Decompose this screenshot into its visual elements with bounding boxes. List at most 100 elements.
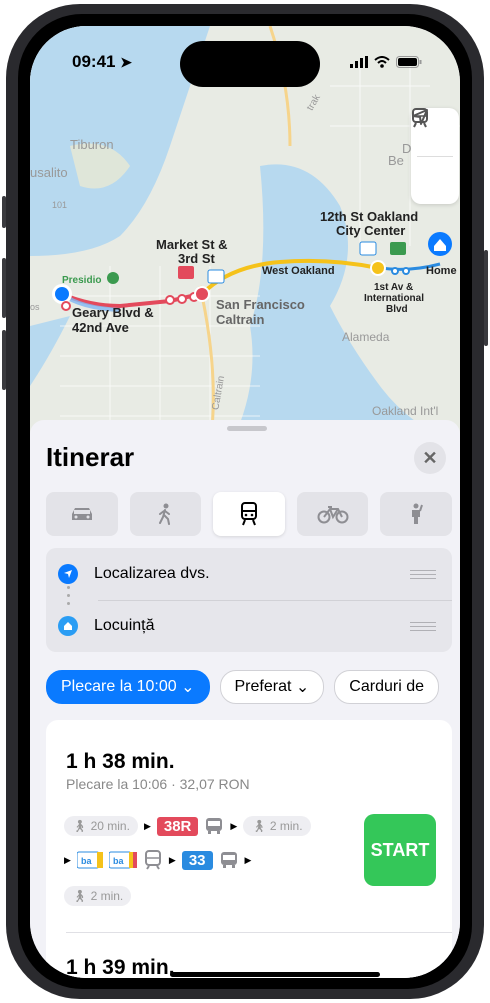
transport-modes [46,492,452,536]
home-icon [58,616,78,636]
transit-icon [240,502,257,526]
preferred-chip-label: Preferat [234,678,292,695]
walk-step: 🚶︎ 2 min. [64,886,132,906]
route-duration-2: 1 h 39 min. [66,956,175,978]
bart-yellow-icon: ba [76,851,103,869]
bart-red-icon: ba [108,851,137,869]
sheet-title: Itinerar [46,442,135,472]
from-label: Localizarea dvs. [94,565,210,582]
preferred-chip[interactable]: Preferat ⌄ [219,670,325,704]
route-from[interactable]: Localizarea dvs. [46,548,452,600]
map-label-market-3rd: 3rd St [178,251,215,266]
sheet-grabber[interactable] [227,426,267,431]
svg-text:ba: ba [113,856,124,866]
step-arrow-icon: ▶ [230,820,238,831]
map-label-alameda: Alameda [342,330,390,344]
status-icons [350,56,422,68]
chevron-down-icon: ⌄ [295,679,310,696]
mode-bike[interactable] [296,492,369,536]
locate-button[interactable] [411,109,459,205]
route-subtitle: Plecare la 10:06 · 32,07 RON [66,776,250,792]
car-icon [71,508,92,520]
map-label-1st-av: 1st Av & [374,282,414,293]
location-arrow-icon [412,109,428,125]
close-icon: ✕ [422,447,438,468]
map-label-tiburon: Tiburon [70,137,114,152]
route-option-card[interactable]: 1 h 38 min. Plecare la 10:06 · 32,07 RON… [46,720,452,978]
walk-icon: 🚶︎ [72,889,88,903]
signal-icon [350,56,368,68]
reorder-handle-icon[interactable] [410,619,436,634]
map-label-caltrain: Caltrain [216,312,265,327]
map-label-international: International [364,293,425,304]
bike-icon [317,506,349,524]
mode-transit[interactable] [213,492,285,536]
map-label-highway: 101 [52,200,68,210]
volume-down-button [2,330,6,390]
home-indicator[interactable] [170,972,380,977]
map-label-city-center: City Center [336,223,406,238]
line-badge-38r: 38R [156,816,199,836]
route-steps-row-3: 🚶︎ 2 min. [64,886,132,906]
action-button [2,196,6,228]
map-label-oakland-intl: Oakland Int'l [372,404,439,418]
walk-icon [159,503,171,525]
map-view[interactable]: Tiburon usalito 101 Presidio os Geary Bl… [30,26,460,446]
route-steps-row-2: ▶ ba ba ▶ 33 ▶ [64,850,251,870]
volume-up-button [2,258,6,318]
clock: 09:41 ➤ [72,52,132,72]
mode-rideshare[interactable] [380,492,452,536]
to-label: Locuință [94,617,155,634]
route-duration: 1 h 38 min. [66,750,175,773]
map-label-market: Market St & [156,237,228,252]
reorder-handle-icon[interactable] [410,567,436,582]
battery-icon [396,56,422,68]
mode-car[interactable] [46,492,118,536]
map-controls [411,108,459,204]
power-button [484,250,488,346]
rideshare-icon [412,503,424,524]
walk-step: 🚶︎ 2 min. [243,816,311,836]
step-arrow-icon: ▶ [143,820,151,831]
svg-text:ba: ba [81,856,92,866]
cards-chip-label: Carduri de [349,678,424,695]
start-button[interactable]: START [364,814,436,886]
departure-chip-label: Plecare la 10:00 [61,678,177,695]
map-label-os: os [30,302,40,312]
step-arrow-icon: ▶ [244,854,252,865]
bus-icon [220,852,237,868]
route-to[interactable]: Locuință [46,600,452,652]
dynamic-island [180,41,320,87]
clock-text: 09:41 [72,52,116,71]
map-label-geary-ave: 42nd Ave [72,320,129,335]
map-label-sausalito: usalito [30,165,68,180]
cards-chip[interactable]: Carduri de [334,670,439,704]
location-arrow-icon: ➤ [120,54,132,70]
map-label-home: Home [426,265,457,277]
chevron-down-icon: ⌄ [181,679,195,696]
walk-icon: 🚶︎ [72,819,88,833]
directions-sheet: Itinerar ✕ Localizarea dvs. Locuință Ple… [30,420,460,978]
card-divider [66,932,452,933]
map-label-presidio: Presidio [62,275,102,286]
current-location-icon [58,564,78,584]
filter-chips: Plecare la 10:00 ⌄ Preferat ⌄ Carduri de [46,670,460,704]
close-button[interactable]: ✕ [414,442,446,474]
wifi-icon [374,56,390,68]
screen: Tiburon usalito 101 Presidio os Geary Bl… [30,26,460,978]
map-label-berkeley: Be [388,153,404,168]
mode-walk[interactable] [129,492,202,536]
line-badge-33: 33 [181,850,213,870]
map-label-sf: San Francisco [216,297,305,312]
map-label-west-oakland: West Oakland [262,265,335,277]
map-label-12th-st: 12th St Oakland [320,209,419,224]
walk-icon: 🚶︎ [251,819,267,833]
bus-icon [206,818,223,834]
route-steps-row-1: 🚶︎ 20 min. ▶ 38R ▶ 🚶︎ 2 min. [64,816,311,836]
route-endpoints: Localizarea dvs. Locuință [46,548,452,652]
walk-step: 🚶︎ 20 min. [64,816,138,836]
step-arrow-icon: ▶ [64,854,71,865]
departure-chip[interactable]: Plecare la 10:00 ⌄ [46,670,210,704]
map-label-blvd: Blvd [386,304,408,315]
train-icon [144,850,161,870]
